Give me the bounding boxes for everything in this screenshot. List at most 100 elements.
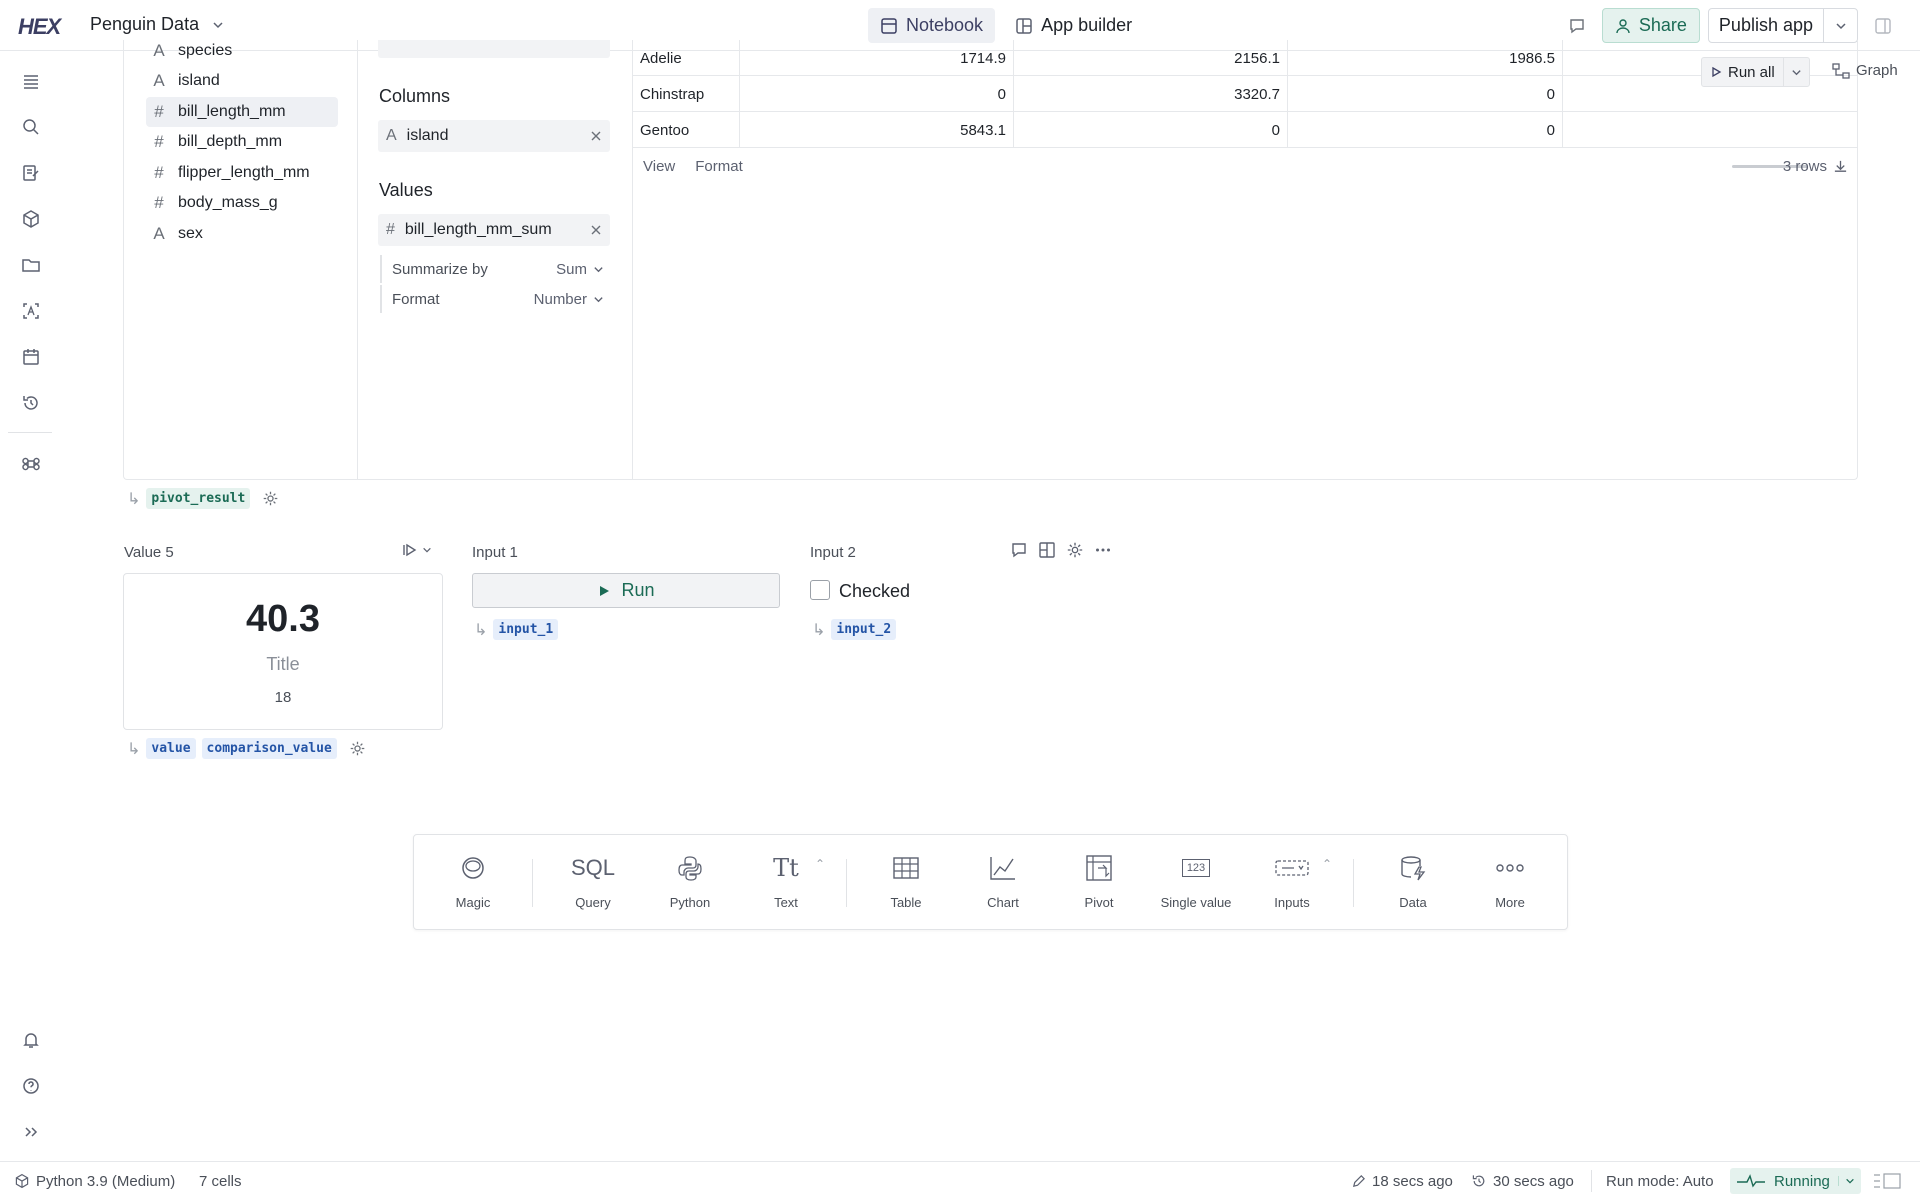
- environment-icon[interactable]: [19, 299, 43, 323]
- run-all-button[interactable]: Run all: [1702, 58, 1783, 86]
- outline-icon[interactable]: [19, 69, 43, 93]
- add-pivot-cell[interactable]: Pivot: [1059, 853, 1139, 910]
- output-var-pill[interactable]: pivot_result: [146, 488, 251, 509]
- keyboard-shortcuts-icon[interactable]: [1872, 1162, 1902, 1200]
- gear-icon[interactable]: [1066, 541, 1084, 559]
- checkbox-label[interactable]: Checked: [839, 581, 910, 602]
- pivot-field[interactable]: # bill_depth_mm: [146, 127, 338, 157]
- table-cell[interactable]: 2156.1: [1014, 40, 1288, 76]
- scheduled-runs-icon[interactable]: [19, 345, 43, 369]
- files-icon[interactable]: [19, 253, 43, 277]
- publish-app-button[interactable]: Publish app: [1709, 9, 1823, 42]
- add-inputs-cell[interactable]: Inputs: [1252, 853, 1332, 910]
- pivot-field[interactable]: # body_mass_g: [146, 188, 338, 218]
- run-cell-button[interactable]: [402, 542, 432, 558]
- field-type-icon: #: [154, 163, 164, 182]
- graph-button[interactable]: Graph: [1832, 62, 1898, 79]
- table-cell[interactable]: 1714.9: [740, 40, 1014, 76]
- add-single-value-cell[interactable]: 123 Single value: [1156, 853, 1236, 910]
- add-cell-label: Table: [890, 895, 922, 910]
- comment-icon[interactable]: [1010, 541, 1028, 559]
- table-cell[interactable]: 0: [1014, 112, 1288, 148]
- command-icon[interactable]: [19, 452, 43, 476]
- single-value-title[interactable]: Title: [124, 654, 442, 675]
- add-magic-cell[interactable]: Magic: [433, 853, 513, 910]
- pivot-field[interactable]: Aisland: [146, 66, 338, 96]
- sidebar-panel-icon[interactable]: [1866, 9, 1900, 43]
- activity-icon: [1736, 1174, 1766, 1188]
- output-var-pill[interactable]: value: [146, 738, 196, 759]
- format-select[interactable]: Number: [534, 291, 604, 308]
- add-python-cell[interactable]: Python: [650, 853, 730, 910]
- input1-output-variable: ↳ input_1: [474, 619, 559, 640]
- last-run[interactable]: 30 secs ago: [1471, 1162, 1574, 1200]
- add-chart-cell[interactable]: Chart: [963, 853, 1043, 910]
- play-icon: [1710, 66, 1722, 78]
- add-query-cell[interactable]: SQL Query: [553, 853, 633, 910]
- pivot-field[interactable]: Asex: [146, 219, 338, 249]
- table-cell[interactable]: 0: [1288, 112, 1563, 148]
- format-value: Number: [533, 290, 587, 308]
- checked-checkbox[interactable]: [810, 580, 830, 600]
- tab-notebook[interactable]: Notebook: [868, 8, 996, 43]
- notifications-bell-icon[interactable]: [19, 1028, 43, 1052]
- table-cell[interactable]: 1986.5: [1288, 40, 1563, 76]
- share-button[interactable]: Share: [1601, 8, 1700, 43]
- layout-icon[interactable]: [1038, 541, 1056, 559]
- pivot-field[interactable]: Aspecies: [146, 36, 338, 66]
- values-chip[interactable]: # bill_length_mm_sum: [378, 214, 610, 246]
- field-type-icon: A: [153, 41, 165, 60]
- left-rail: [0, 51, 62, 1161]
- add-cell-label: Inputs: [1274, 895, 1310, 910]
- add-more-cell[interactable]: More: [1470, 853, 1550, 910]
- add-cell-label: Pivot: [1084, 895, 1114, 910]
- table-cell[interactable]: 0: [740, 76, 1014, 112]
- help-icon[interactable]: [19, 1074, 43, 1098]
- table-cell[interactable]: 0: [1288, 76, 1563, 112]
- components-icon[interactable]: [19, 207, 43, 231]
- kernel-status-badge[interactable]: Running: [1730, 1168, 1861, 1194]
- row-label: Chinstrap: [633, 76, 740, 112]
- add-cell-label: Chart: [987, 895, 1019, 910]
- format-tab[interactable]: Format: [695, 158, 743, 175]
- run-mode-selector[interactable]: Run mode: Auto: [1606, 1162, 1714, 1200]
- tab-app-builder[interactable]: App builder: [1003, 8, 1144, 43]
- summarize-by-select[interactable]: Sum: [556, 261, 604, 278]
- run-options-chevron-icon[interactable]: [1782, 58, 1809, 86]
- row-count-download[interactable]: 3 rows: [1783, 158, 1848, 175]
- search-icon[interactable]: [19, 115, 43, 139]
- output-var-pill[interactable]: input_1: [493, 619, 559, 640]
- run-button[interactable]: Run: [472, 573, 780, 608]
- output-var-pill[interactable]: comparison_value: [201, 738, 337, 759]
- add-data-cell[interactable]: Data: [1373, 853, 1453, 910]
- columns-chip[interactable]: A island: [378, 120, 610, 152]
- add-table-cell[interactable]: Table: [866, 853, 946, 910]
- gear-icon[interactable]: [349, 740, 366, 757]
- hex-logo[interactable]: HEX: [18, 14, 61, 40]
- close-icon[interactable]: [590, 224, 602, 236]
- pivot-field[interactable]: # bill_length_mm: [146, 97, 338, 127]
- add-text-cell[interactable]: Tt Text: [746, 853, 826, 910]
- field-name: species: [178, 42, 233, 59]
- gear-icon[interactable]: [262, 490, 279, 507]
- table-cell[interactable]: 3320.7: [1014, 76, 1288, 112]
- project-title-dropdown[interactable]: Penguin Data: [90, 14, 225, 35]
- more-options-icon[interactable]: [1094, 541, 1112, 559]
- columns-chip-label: island: [406, 127, 449, 144]
- chevron-up-icon[interactable]: ⌃: [815, 857, 825, 871]
- history-icon[interactable]: [19, 391, 43, 415]
- table-cell[interactable]: 5843.1: [740, 112, 1014, 148]
- format-option: Format Number: [380, 285, 604, 313]
- kernel-status-label: Running: [1774, 1172, 1830, 1190]
- kernel-selector[interactable]: Python 3.9 (Medium): [14, 1162, 175, 1200]
- publish-options-chevron-icon[interactable]: [1823, 9, 1857, 42]
- chevron-up-icon[interactable]: ⌃: [1322, 857, 1332, 871]
- comment-icon[interactable]: [1560, 9, 1594, 43]
- expand-sidebar-icon[interactable]: [19, 1120, 43, 1144]
- close-icon[interactable]: [590, 130, 602, 142]
- pivot-field[interactable]: # flipper_length_mm: [146, 158, 338, 188]
- output-var-pill[interactable]: input_2: [831, 619, 897, 640]
- view-tab[interactable]: View: [643, 158, 675, 175]
- last-edited[interactable]: 18 secs ago: [1351, 1162, 1453, 1200]
- variables-icon[interactable]: [19, 161, 43, 185]
